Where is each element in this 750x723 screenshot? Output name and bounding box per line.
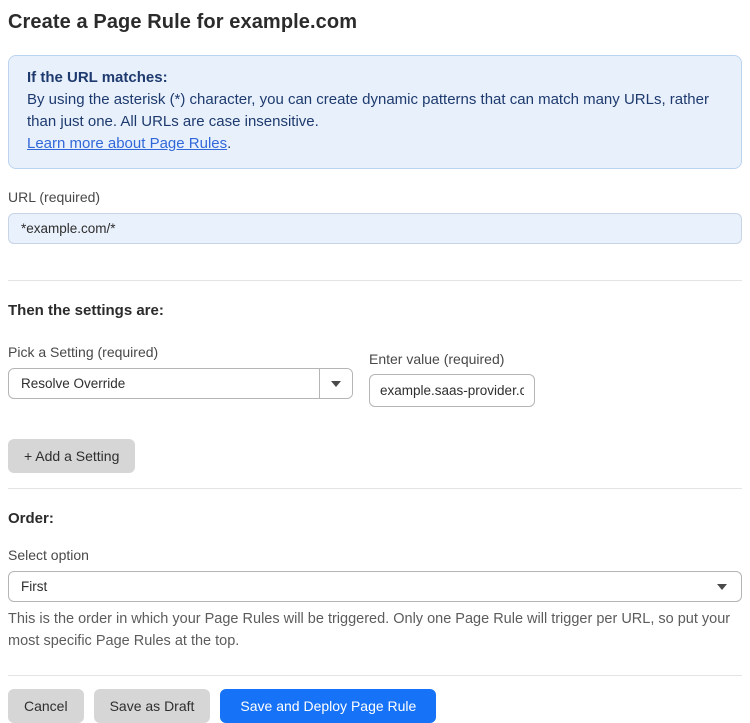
footer-actions: Cancel Save as Draft Save and Deploy Pag… — [8, 689, 742, 723]
settings-section-heading: Then the settings are: — [8, 302, 164, 319]
info-box-heading: If the URL matches: — [27, 69, 168, 86]
order-select[interactable]: First — [8, 571, 742, 602]
setting-value-input[interactable] — [369, 374, 535, 407]
setting-select-value: Resolve Override — [21, 376, 126, 391]
setting-select-arrow-button[interactable] — [319, 369, 352, 398]
section-divider — [8, 488, 742, 489]
setting-select[interactable]: Resolve Override — [8, 368, 353, 399]
url-input[interactable] — [8, 213, 742, 244]
caret-down-icon — [717, 583, 727, 590]
setting-value-label: Enter value (required) — [369, 351, 505, 367]
save-as-draft-button[interactable]: Save as Draft — [93, 689, 211, 723]
info-box-body: By using the asterisk (*) character, you… — [27, 91, 709, 130]
add-setting-button[interactable]: + Add a Setting — [8, 439, 136, 473]
caret-down-icon — [331, 380, 341, 387]
setting-picker-label: Pick a Setting (required) — [8, 344, 159, 360]
footer-divider — [8, 675, 742, 676]
cancel-button[interactable]: Cancel — [8, 689, 84, 723]
setting-value-column: Enter value (required) — [369, 351, 535, 407]
info-box-link-line: Learn more about Page Rules. — [27, 133, 723, 155]
url-field-label: URL (required) — [8, 189, 101, 205]
order-select-value: First — [21, 579, 48, 594]
setting-picker-column: Pick a Setting (required) Resolve Overri… — [8, 344, 353, 399]
order-select-label: Select option — [8, 547, 89, 563]
order-help-text: This is the order in which your Page Rul… — [8, 611, 731, 649]
url-match-info-box: If the URL matches: By using the asteris… — [8, 55, 742, 169]
order-section-heading: Order: — [8, 510, 54, 527]
page-title: Create a Page Rule for example.com — [8, 11, 358, 33]
save-and-deploy-button[interactable]: Save and Deploy Page Rule — [220, 689, 437, 723]
settings-row: Pick a Setting (required) Resolve Overri… — [8, 344, 742, 407]
section-divider — [8, 280, 742, 281]
learn-more-link[interactable]: Learn more about Page Rules — [27, 135, 227, 152]
create-page-rule-form: Create a Page Rule for example.com If th… — [0, 0, 750, 723]
link-period: . — [227, 135, 232, 152]
